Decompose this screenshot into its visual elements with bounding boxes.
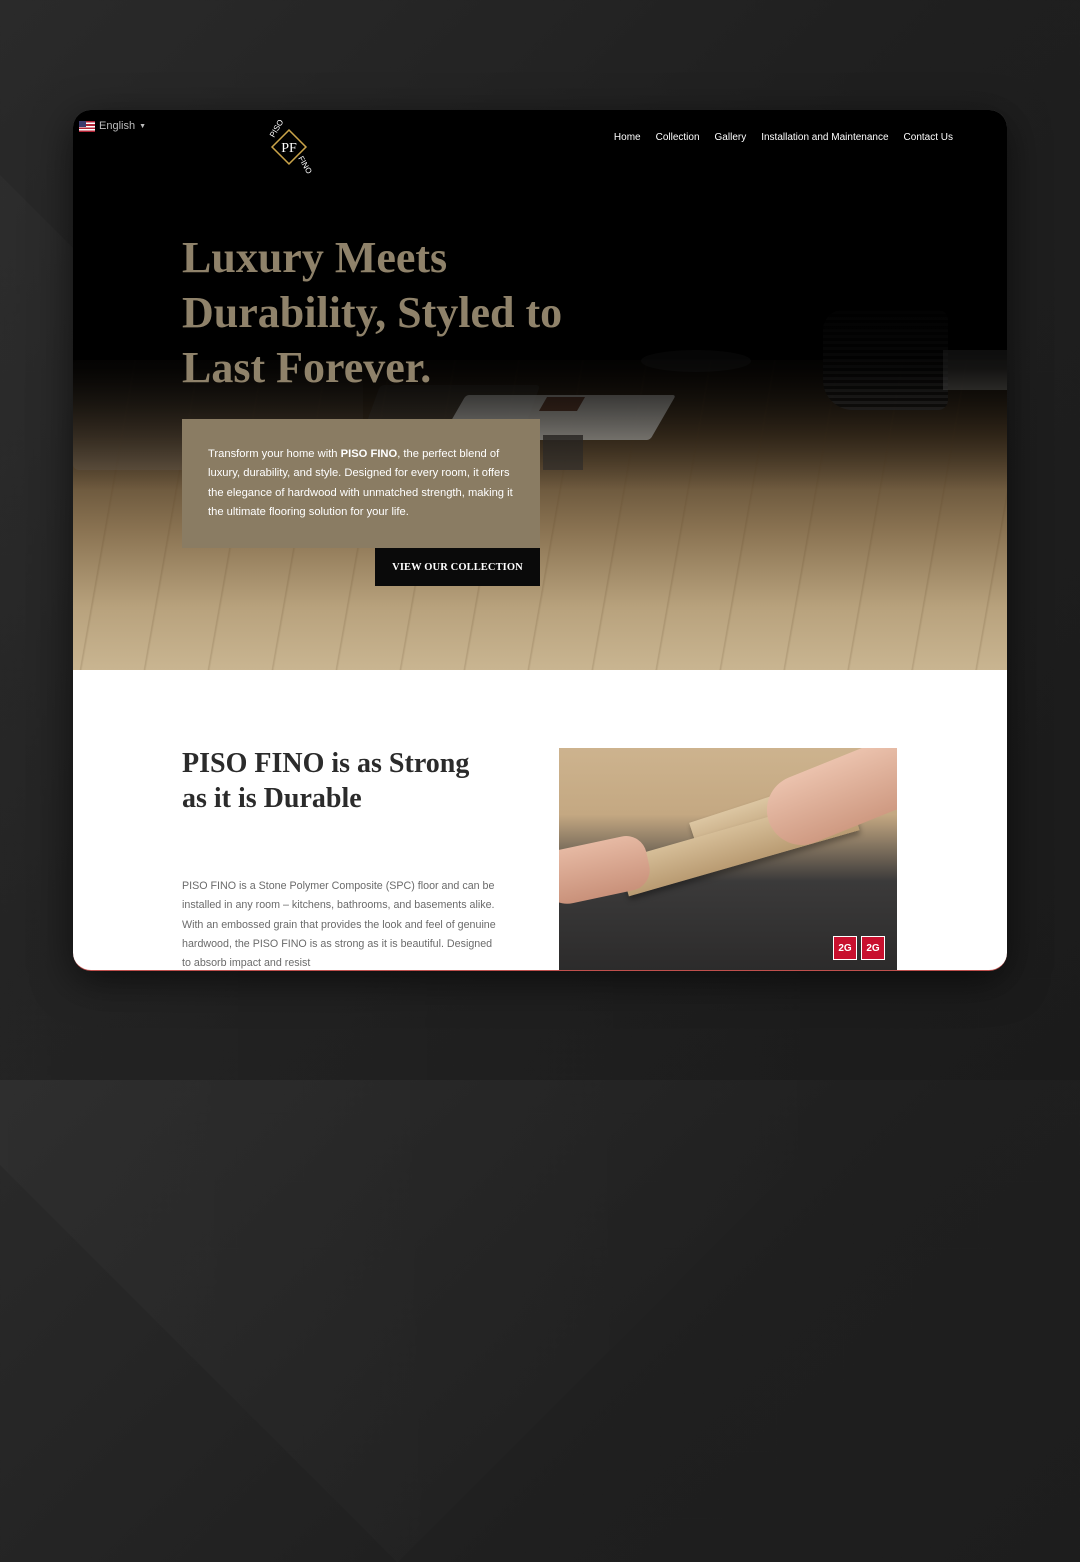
certification-badges: 2G 2G bbox=[833, 936, 885, 960]
hero-intro-box: Transform your home with PISO FINO, the … bbox=[182, 419, 540, 548]
us-flag-icon bbox=[79, 120, 95, 132]
section-body: PISO FINO is a Stone Polymer Composite (… bbox=[182, 880, 496, 970]
language-selector[interactable]: English ▼ bbox=[79, 120, 146, 132]
hero-intro-before: Transform your home with bbox=[208, 448, 341, 460]
2g-badge-icon: 2G bbox=[833, 936, 857, 960]
nav-collection[interactable]: Collection bbox=[656, 132, 700, 143]
language-label: English bbox=[99, 120, 136, 132]
svg-text:FINO: FINO bbox=[296, 155, 313, 176]
piso-fino-logo[interactable]: PF PISO FINO bbox=[260, 118, 318, 176]
section-title: PISO FINO is as Strong as it is Durable bbox=[182, 748, 470, 814]
main-nav: Home Collection Gallery Installation and… bbox=[614, 132, 953, 143]
browser-frame: English ▼ PF PISO FINO Home Collection G… bbox=[73, 110, 1007, 971]
installation-photo: 2G 2G bbox=[559, 748, 897, 970]
nav-gallery[interactable]: Gallery bbox=[715, 132, 747, 143]
logo-mark-icon: PF PISO FINO bbox=[268, 118, 314, 176]
photo-left-hand bbox=[559, 832, 654, 909]
caret-down-icon: ▼ bbox=[139, 122, 147, 130]
nav-installation-maintenance[interactable]: Installation and Maintenance bbox=[761, 132, 888, 143]
svg-text:PF: PF bbox=[281, 141, 297, 156]
hero-section: English ▼ PF PISO FINO Home Collection G… bbox=[73, 110, 1007, 670]
view-collection-button[interactable]: VIEW OUR COLLECTION bbox=[375, 548, 540, 586]
hero-title: Luxury Meets Durability, Styled to Last … bbox=[182, 233, 563, 392]
2g-pro-badge-icon: 2G bbox=[861, 936, 885, 960]
nav-contact-us[interactable]: Contact Us bbox=[904, 132, 953, 143]
hero-intro-brand: PISO FINO bbox=[340, 448, 398, 460]
nav-home[interactable]: Home bbox=[614, 132, 641, 143]
